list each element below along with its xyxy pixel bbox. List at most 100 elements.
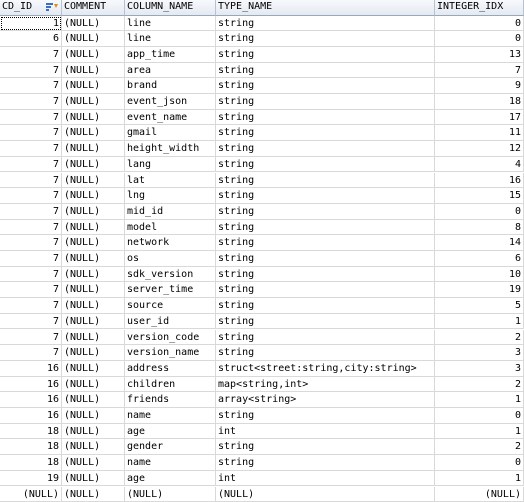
table-row[interactable]: 6(NULL)linestring0: [0, 31, 524, 47]
table-row[interactable]: 7(NULL)latstring16: [0, 173, 524, 189]
column-header-type-name[interactable]: TYPE_NAME: [216, 0, 435, 16]
cell-cd-id[interactable]: 7: [0, 94, 62, 110]
cell-comment[interactable]: (NULL): [62, 235, 125, 251]
cell-cd-id[interactable]: 7: [0, 330, 62, 346]
table-row[interactable]: 7(NULL)event_namestring17: [0, 110, 524, 126]
cell-integer-idx[interactable]: 0: [435, 408, 524, 424]
table-row[interactable]: 16(NULL)friendsarray<string>1: [0, 392, 524, 408]
table-row[interactable]: 7(NULL)networkstring14: [0, 235, 524, 251]
cell-column-name[interactable]: line: [125, 31, 216, 47]
cell-cd-id[interactable]: 7: [0, 267, 62, 283]
cell-type-name[interactable]: string: [216, 330, 435, 346]
cell-column-name[interactable]: area: [125, 63, 216, 79]
cell-column-name[interactable]: friends: [125, 392, 216, 408]
cell-integer-idx[interactable]: 6: [435, 251, 524, 267]
cell-integer-idx[interactable]: 7: [435, 63, 524, 79]
table-row[interactable]: 1(NULL)linestring0: [0, 16, 524, 32]
table-row[interactable]: 7(NULL)osstring6: [0, 251, 524, 267]
cell-cd-id[interactable]: 7: [0, 157, 62, 173]
cell-type-name[interactable]: string: [216, 47, 435, 63]
cell-comment[interactable]: (NULL): [62, 424, 125, 440]
cell-cd-id[interactable]: 7: [0, 78, 62, 94]
table-row[interactable]: 7(NULL)version_namestring3: [0, 345, 524, 361]
cell-type-name[interactable]: string: [216, 31, 435, 47]
cell-cd-id[interactable]: 7: [0, 204, 62, 220]
cell-type-name[interactable]: string: [216, 141, 435, 157]
cell-column-name[interactable]: os: [125, 251, 216, 267]
cell-comment[interactable]: (NULL): [62, 361, 125, 377]
cell-comment[interactable]: (NULL): [62, 173, 125, 189]
cell-cd-id[interactable]: 7: [0, 298, 62, 314]
cell-comment[interactable]: (NULL): [62, 188, 125, 204]
table-row[interactable]: 18(NULL)namestring0: [0, 455, 524, 471]
cell-comment[interactable]: (NULL): [62, 47, 125, 63]
cell-integer-idx[interactable]: 2: [435, 330, 524, 346]
cell-type-name[interactable]: string: [216, 16, 435, 32]
table-row[interactable]: 7(NULL)lngstring15: [0, 188, 524, 204]
cell-cd-id[interactable]: 7: [0, 220, 62, 236]
cell-comment[interactable]: (NULL): [62, 377, 125, 393]
cell-comment[interactable]: (NULL): [62, 392, 125, 408]
cell-column-name[interactable]: network: [125, 235, 216, 251]
cell-integer-idx[interactable]: 9: [435, 78, 524, 94]
cell-comment[interactable]: (NULL): [62, 471, 125, 487]
table-row[interactable]: 7(NULL)app_timestring13: [0, 47, 524, 63]
cell-comment[interactable]: (NULL): [62, 267, 125, 283]
cell-integer-idx[interactable]: 14: [435, 235, 524, 251]
table-row[interactable]: 7(NULL)event_jsonstring18: [0, 94, 524, 110]
cell-integer-idx[interactable]: 0: [435, 204, 524, 220]
cell-column-name[interactable]: lang: [125, 157, 216, 173]
cell-column-name[interactable]: lat: [125, 173, 216, 189]
cell-type-name[interactable]: string: [216, 173, 435, 189]
cell-type-name[interactable]: string: [216, 78, 435, 94]
cell-column-name[interactable]: version_code: [125, 330, 216, 346]
cell-column-name[interactable]: gender: [125, 439, 216, 455]
table-row[interactable]: 7(NULL)version_codestring2: [0, 330, 524, 346]
cell-integer-idx[interactable]: 2: [435, 439, 524, 455]
cell-column-name[interactable]: line: [125, 16, 216, 32]
cell-comment[interactable]: (NULL): [62, 314, 125, 330]
cell-column-name[interactable]: lng: [125, 188, 216, 204]
cell-type-name[interactable]: string: [216, 455, 435, 471]
cell-integer-idx[interactable]: 18: [435, 94, 524, 110]
cell-column-name[interactable]: model: [125, 220, 216, 236]
cell-column-name[interactable]: gmail: [125, 125, 216, 141]
cell-integer-idx[interactable]: 13: [435, 47, 524, 63]
table-row[interactable]: 18(NULL)ageint1: [0, 424, 524, 440]
column-header-cd-id[interactable]: CD_ID: [0, 0, 62, 16]
cell-integer-idx[interactable]: 3: [435, 345, 524, 361]
cell-type-name[interactable]: string: [216, 439, 435, 455]
cell-comment[interactable]: (NULL): [62, 94, 125, 110]
cell-cd-id[interactable]: 7: [0, 173, 62, 189]
table-row[interactable]: 7(NULL)sourcestring5: [0, 298, 524, 314]
cell-comment[interactable]: (NULL): [62, 298, 125, 314]
cell-cd-id[interactable]: 7: [0, 235, 62, 251]
cell-type-name[interactable]: string: [216, 188, 435, 204]
cell-column-name[interactable]: address: [125, 361, 216, 377]
cell-column-name[interactable]: mid_id: [125, 204, 216, 220]
column-header-integer-idx[interactable]: INTEGER_IDX: [435, 0, 524, 16]
cell-column-name[interactable]: age: [125, 471, 216, 487]
cell-cd-id[interactable]: 7: [0, 314, 62, 330]
cell-integer-idx[interactable]: 17: [435, 110, 524, 126]
cell-type-name[interactable]: string: [216, 235, 435, 251]
table-row[interactable]: 7(NULL)mid_idstring0: [0, 204, 524, 220]
cell-integer-idx[interactable]: 1: [435, 471, 524, 487]
cell-comment[interactable]: (NULL): [62, 141, 125, 157]
table-row[interactable]: 7(NULL)gmailstring11: [0, 125, 524, 141]
cell-integer-idx[interactable]: 1: [435, 314, 524, 330]
cell-column-name[interactable]: event_name: [125, 110, 216, 126]
table-row[interactable]: 7(NULL)sdk_versionstring10: [0, 267, 524, 283]
table-row[interactable]: 18(NULL)genderstring2: [0, 439, 524, 455]
cell-cd-id[interactable]: 7: [0, 125, 62, 141]
cell-comment[interactable]: (NULL): [62, 78, 125, 94]
cell-column-name[interactable]: user_id: [125, 314, 216, 330]
cell-column-name[interactable]: children: [125, 377, 216, 393]
cell-type-name[interactable]: string: [216, 314, 435, 330]
cell-column-name[interactable]: event_json: [125, 94, 216, 110]
cell-type-name[interactable]: string: [216, 157, 435, 173]
table-row[interactable]: 7(NULL)brandstring9: [0, 78, 524, 94]
cell-comment[interactable]: (NULL): [62, 31, 125, 47]
cell-comment[interactable]: (NULL): [62, 16, 125, 32]
cell-comment[interactable]: (NULL): [62, 220, 125, 236]
